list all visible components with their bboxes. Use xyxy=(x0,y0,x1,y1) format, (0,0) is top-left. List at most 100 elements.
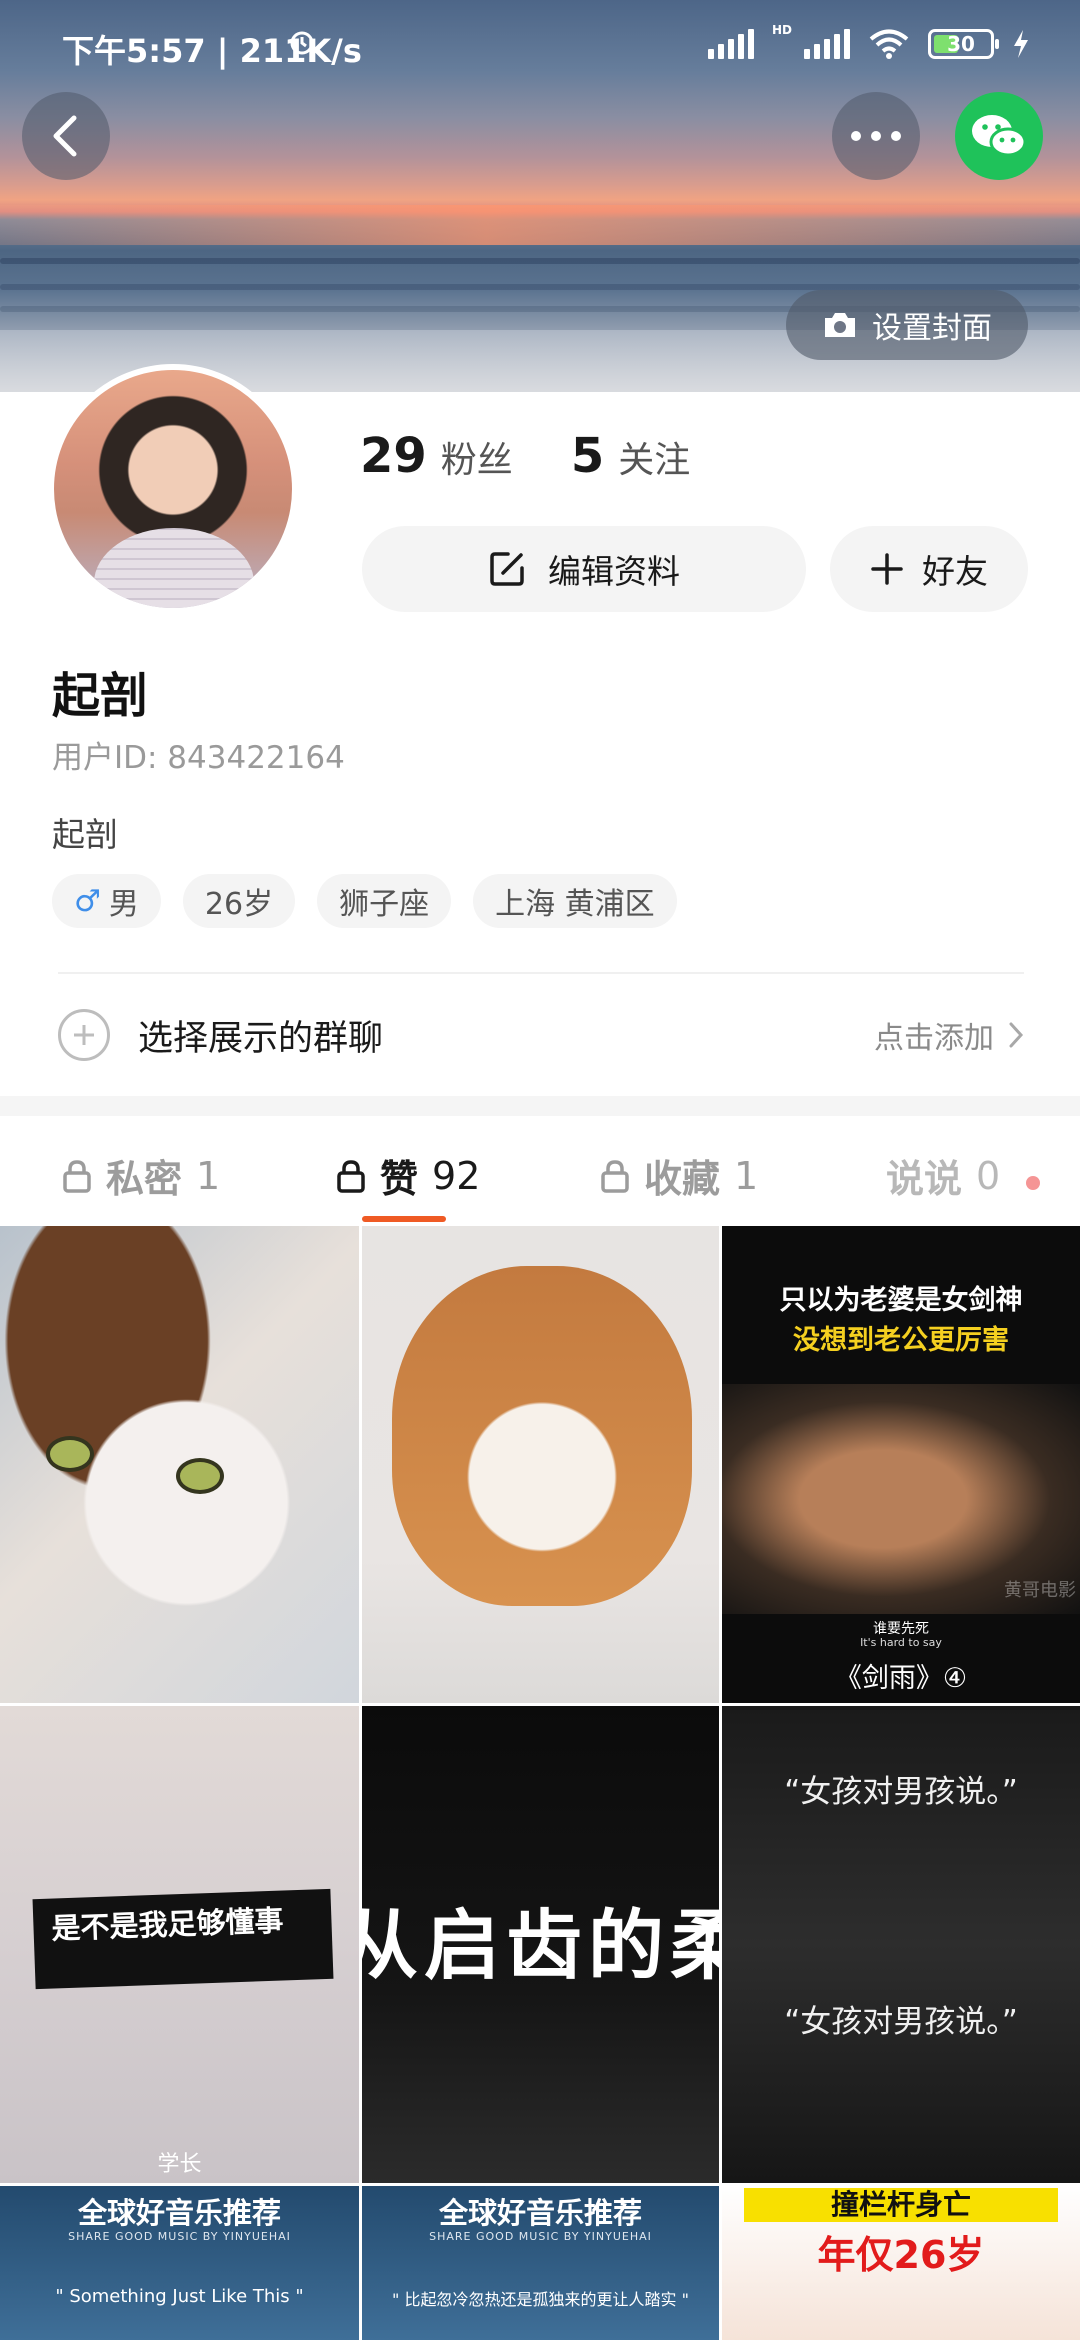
movie-caption-line2: 没想到老公更厉害 xyxy=(793,1325,1009,1356)
video-thumbnail-night[interactable]: 从启齿的柔 xyxy=(362,1706,719,2183)
section-gap xyxy=(0,1096,1080,1116)
music-quote: " Something Just Like This " xyxy=(55,2286,304,2307)
tab-likes-count: 92 xyxy=(432,1153,481,1198)
music-quote: " 比起忽冷忽热还是孤独来的更让人踏实 " xyxy=(392,2290,689,2309)
hd-label: HD xyxy=(771,23,792,37)
alarm-icon xyxy=(290,31,314,55)
add-friend-label: 好友 xyxy=(922,552,988,591)
music-title: 全球好音乐推荐 xyxy=(438,2196,642,2230)
add-circle-icon xyxy=(58,1009,110,1061)
followers-count: 29 xyxy=(360,428,427,484)
tab-posts-count: 0 xyxy=(976,1153,1001,1198)
tab-private-label: 私密 xyxy=(106,1157,183,1201)
wechat-share-button[interactable] xyxy=(955,92,1043,180)
back-button[interactable] xyxy=(22,92,110,180)
camera-icon xyxy=(825,313,855,337)
video-thumbnail-movie[interactable]: 只以为老婆是女剑神 没想到老公更厉害 谁要先死 It's hard to say… xyxy=(722,1226,1080,1703)
age-tag: 26岁 xyxy=(182,874,296,928)
edit-profile-button[interactable]: 编辑资料 xyxy=(362,526,806,612)
more-dots-icon xyxy=(851,131,901,141)
gender-label: 男 xyxy=(108,887,139,922)
video-thumbnail-cat[interactable] xyxy=(0,1226,359,1703)
edit-icon xyxy=(490,552,524,586)
charging-icon xyxy=(1014,30,1028,58)
news-headline-2: 年仅26岁 xyxy=(817,2233,985,2277)
tab-private-count: 1 xyxy=(196,1153,221,1198)
profile-stats: 29 粉丝 5 关注 xyxy=(360,428,690,484)
chevron-left-icon xyxy=(53,115,77,157)
cover-wave xyxy=(0,258,1080,264)
zodiac-tag: 狮子座 xyxy=(317,874,452,928)
location-tag: 上海 黄浦区 xyxy=(473,874,677,928)
video-thumbnail-portrait[interactable]: “女孩对男孩说。” “女孩对男孩说。” xyxy=(722,1706,1080,2183)
liked-videos-grid: 只以为老婆是女剑神 没想到老公更厉害 谁要先死 It's hard to say… xyxy=(0,1226,1080,2340)
news-headline-1: 撞栏杆身亡 xyxy=(744,2188,1058,2222)
nickname: 起剖 xyxy=(52,668,149,724)
movie-subtitle-cn: 谁要先死 xyxy=(873,1621,929,1637)
portrait-caption-2: “女孩对男孩说。” xyxy=(784,2004,1018,2040)
tab-posts[interactable]: 说说 0 xyxy=(886,1148,1000,1203)
tab-private[interactable]: 私密 1 xyxy=(62,1148,220,1203)
following-stat[interactable]: 5 关注 xyxy=(571,428,690,484)
video-thumbnail-girl[interactable]: 是不是我足够懂事 学长 xyxy=(0,1706,359,2183)
portrait-caption-1: “女孩对男孩说。” xyxy=(784,1774,1018,1810)
followers-label: 粉丝 xyxy=(440,440,513,481)
cat-eye xyxy=(176,1458,224,1494)
girl-bottom-text: 学长 xyxy=(157,2152,202,2177)
avatar-shirt xyxy=(94,528,254,608)
lock-icon xyxy=(601,1159,629,1193)
movie-subtitle-en: It's hard to say xyxy=(860,1636,942,1649)
cover-sunset-band xyxy=(0,205,1080,245)
status-time: 下午5:57 | 211K/s xyxy=(62,32,362,70)
user-id: 用户ID: 843422164 xyxy=(52,740,345,776)
following-count: 5 xyxy=(570,428,605,484)
active-tab-indicator xyxy=(362,1216,446,1222)
avatar[interactable] xyxy=(48,364,298,614)
music-subtitle: SHARE GOOD MUSIC BY YINYUEHAI xyxy=(429,2230,652,2243)
tab-favorites-label: 收藏 xyxy=(644,1157,721,1201)
battery-level: 30 xyxy=(947,32,975,56)
group-chat-row[interactable]: 选择展示的群聊 点击添加 xyxy=(58,1000,1024,1070)
dog-figure xyxy=(392,1266,692,1606)
signal-icon xyxy=(707,29,754,59)
age-label: 26岁 xyxy=(204,887,274,922)
movie-title: 《剑雨》④ xyxy=(834,1663,968,1694)
music-subtitle: SHARE GOOD MUSIC BY YINYUEHAI xyxy=(68,2230,291,2243)
followers-stat[interactable]: 29 粉丝 xyxy=(360,428,513,484)
status-icons: HD 30 xyxy=(290,23,1030,60)
signal-icon xyxy=(804,29,850,59)
unread-dot xyxy=(1026,1176,1040,1190)
girl-caption: 是不是我足够懂事 xyxy=(32,1888,334,1990)
zodiac-label: 狮子座 xyxy=(339,887,430,922)
profile-tags: ♂ 男 26岁 狮子座 上海 黄浦区 xyxy=(52,874,677,928)
night-caption: 从启齿的柔 xyxy=(362,1901,719,1990)
plus-icon xyxy=(871,553,903,585)
add-friend-button[interactable]: 好友 xyxy=(830,526,1028,612)
wifi-icon xyxy=(869,29,909,59)
video-thumbnail-music-1[interactable]: 全球好音乐推荐 SHARE GOOD MUSIC BY YINYUEHAI " … xyxy=(0,2186,359,2340)
more-button[interactable] xyxy=(832,92,920,180)
tab-favorites[interactable]: 收藏 1 xyxy=(600,1148,758,1203)
location-label: 上海 黄浦区 xyxy=(495,887,655,922)
tab-favorites-count: 1 xyxy=(734,1153,759,1198)
group-chat-action[interactable]: 点击添加 xyxy=(874,1013,1024,1057)
lock-icon xyxy=(63,1159,91,1193)
status-bar: 下午5:57 | 211K/s HD 30 xyxy=(0,0,1080,96)
tab-likes[interactable]: 赞 92 xyxy=(336,1148,480,1203)
content-tabs: 私密 1 赞 92 收藏 1 说说 0 xyxy=(0,1116,1080,1226)
battery-icon: 30 xyxy=(928,29,999,59)
movie-caption-line1: 只以为老婆是女剑神 xyxy=(779,1285,1023,1316)
video-thumbnail-news[interactable]: 撞栏杆身亡 年仅26岁 xyxy=(722,2186,1080,2340)
male-icon: ♂ xyxy=(74,883,101,919)
cat-eye xyxy=(46,1436,94,1472)
following-label: 关注 xyxy=(618,440,691,481)
video-thumbnail-dog[interactable] xyxy=(362,1226,719,1703)
bio: 起剖 xyxy=(52,815,118,854)
group-chat-label: 选择展示的群聊 xyxy=(138,1018,384,1059)
set-cover-button[interactable]: 设置封面 xyxy=(786,290,1028,360)
gender-tag: ♂ 男 xyxy=(52,874,161,928)
edit-profile-label: 编辑资料 xyxy=(548,552,680,591)
video-thumbnail-music-2[interactable]: 全球好音乐推荐 SHARE GOOD MUSIC BY YINYUEHAI " … xyxy=(362,2186,719,2340)
divider xyxy=(58,972,1024,974)
chevron-right-icon xyxy=(1009,1022,1024,1048)
